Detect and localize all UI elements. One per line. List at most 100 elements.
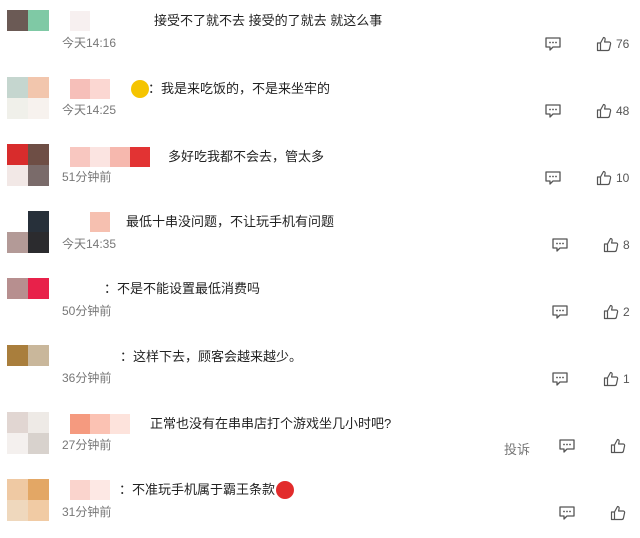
like-button[interactable] (610, 504, 626, 522)
avatar-pixel (28, 77, 49, 98)
comment-time: 今天14:35 (62, 237, 117, 251)
avatar-pixel (7, 77, 28, 98)
username-pixel (70, 414, 90, 434)
avatar-pixel (7, 299, 28, 320)
like-button[interactable]: 2 (603, 303, 630, 321)
avatar-pixel (7, 10, 28, 31)
like-button[interactable]: 8 (603, 236, 630, 254)
avatar-pixel (28, 299, 49, 320)
avatar-pixel (7, 479, 28, 500)
report-link[interactable]: 投诉 (504, 439, 530, 458)
reply-icon[interactable] (551, 237, 569, 253)
avatar-pixel (28, 211, 49, 232)
comment-time: 51分钟前 (62, 170, 112, 184)
thumbs-up-icon (603, 237, 619, 253)
avatar-pixel (7, 211, 28, 232)
avatar-pixel (28, 98, 49, 119)
like-button[interactable]: 10 (596, 169, 629, 187)
like-count: 48 (616, 104, 630, 118)
emoji-sticker-icon (276, 481, 294, 499)
username-pixel (70, 11, 90, 31)
avatar[interactable] (7, 211, 49, 253)
like-count: 2 (623, 305, 630, 319)
username-pixel (90, 212, 110, 232)
avatar[interactable] (7, 10, 49, 52)
avatar-pixel (28, 31, 49, 52)
thumbs-up-icon (596, 170, 612, 186)
comment-item: ：不准玩手机属于霸王条款 31分钟前 (0, 471, 640, 538)
avatar-pixel (28, 479, 49, 500)
username-mosaic[interactable] (70, 414, 130, 434)
comment-text: 正常也没有在串串店打个游戏坐几小时吧? (150, 416, 392, 431)
avatar-pixel (28, 165, 49, 186)
comment-time: 36分钟前 (62, 371, 112, 385)
reply-icon[interactable] (558, 505, 576, 521)
comment-time: 31分钟前 (62, 505, 112, 519)
reply-icon[interactable] (551, 304, 569, 320)
comment-time: 27分钟前 (62, 438, 112, 452)
username-pixel (110, 147, 130, 167)
avatar-pixel (7, 144, 28, 165)
reply-icon[interactable] (551, 371, 569, 387)
avatar-pixel (28, 10, 49, 31)
avatar-pixel (7, 412, 28, 433)
avatar-pixel (7, 366, 28, 387)
comment-item: 正常也没有在串串店打个游戏坐几小时吧? 27分钟前 投诉 (0, 404, 640, 471)
comment-text: 最低十串没问题，不让玩手机有问题 (126, 214, 335, 229)
avatar-pixel (7, 31, 28, 52)
username-pixel (90, 79, 110, 99)
avatar[interactable] (7, 479, 49, 521)
reply-icon[interactable] (544, 103, 562, 119)
comment-time: 今天14:16 (62, 36, 117, 50)
avatar-pixel (28, 232, 49, 253)
like-count: 1 (623, 372, 630, 386)
like-button[interactable]: 1 (603, 370, 630, 388)
username-pixel (90, 414, 110, 434)
like-button[interactable]: 48 (596, 102, 629, 120)
avatar-pixel (28, 412, 49, 433)
reply-icon[interactable] (544, 170, 562, 186)
username-pixel (70, 79, 90, 99)
like-count: 8 (623, 238, 630, 252)
username-pixel (70, 480, 90, 500)
thumbs-up-icon (603, 371, 619, 387)
avatar-pixel (7, 345, 28, 366)
avatar-pixel (28, 278, 49, 299)
thumbs-up-icon (596, 36, 612, 52)
comment-item: ：这样下去，顾客会越来越少。 36分钟前 1 (0, 337, 640, 404)
like-count: 10 (616, 171, 630, 185)
comment-item: 多好吃我都不会去，管太多 51分钟前 10 (0, 136, 640, 203)
avatar-pixel (28, 345, 49, 366)
comment-text: ：这样下去，顾客会越来越少。 (120, 349, 303, 364)
username-mosaic[interactable] (70, 79, 110, 99)
avatar[interactable] (7, 345, 49, 387)
username-pixel (110, 414, 130, 434)
like-button[interactable]: 76 (596, 35, 629, 53)
comment-item: 最低十串没问题，不让玩手机有问题 今天14:35 8 (0, 203, 640, 270)
username-mosaic[interactable] (70, 480, 110, 500)
like-button[interactable] (610, 437, 626, 455)
reply-icon[interactable] (544, 36, 562, 52)
reply-icon[interactable] (558, 438, 576, 454)
comment-text: ：不是不能设置最低消费吗 (104, 281, 261, 296)
emoji-sticker-icon (131, 80, 149, 98)
username-mosaic[interactable] (90, 212, 110, 232)
avatar[interactable] (7, 412, 49, 454)
username-pixel (90, 147, 110, 167)
avatar-pixel (7, 433, 28, 454)
avatar-pixel (28, 144, 49, 165)
comment-item: ：不是不能设置最低消费吗 50分钟前 2 (0, 270, 640, 337)
comment-item: ：我是来吃饭的，不是来坐牢的 今天14:25 48 (0, 69, 640, 136)
username-mosaic[interactable] (70, 11, 90, 31)
comment-text: 多好吃我都不会去，管太多 (168, 149, 325, 164)
avatar[interactable] (7, 278, 49, 320)
thumbs-up-icon (596, 103, 612, 119)
avatar-pixel (7, 98, 28, 119)
comment-time: 50分钟前 (62, 304, 112, 318)
avatar[interactable] (7, 144, 49, 186)
username-mosaic[interactable] (70, 147, 150, 167)
avatar-pixel (28, 433, 49, 454)
avatar[interactable] (7, 77, 49, 119)
comment-text: 接受不了就不去 接受的了就去 就这么事 (154, 13, 383, 28)
comment-text: ：我是来吃饭的，不是来坐牢的 (148, 81, 331, 96)
